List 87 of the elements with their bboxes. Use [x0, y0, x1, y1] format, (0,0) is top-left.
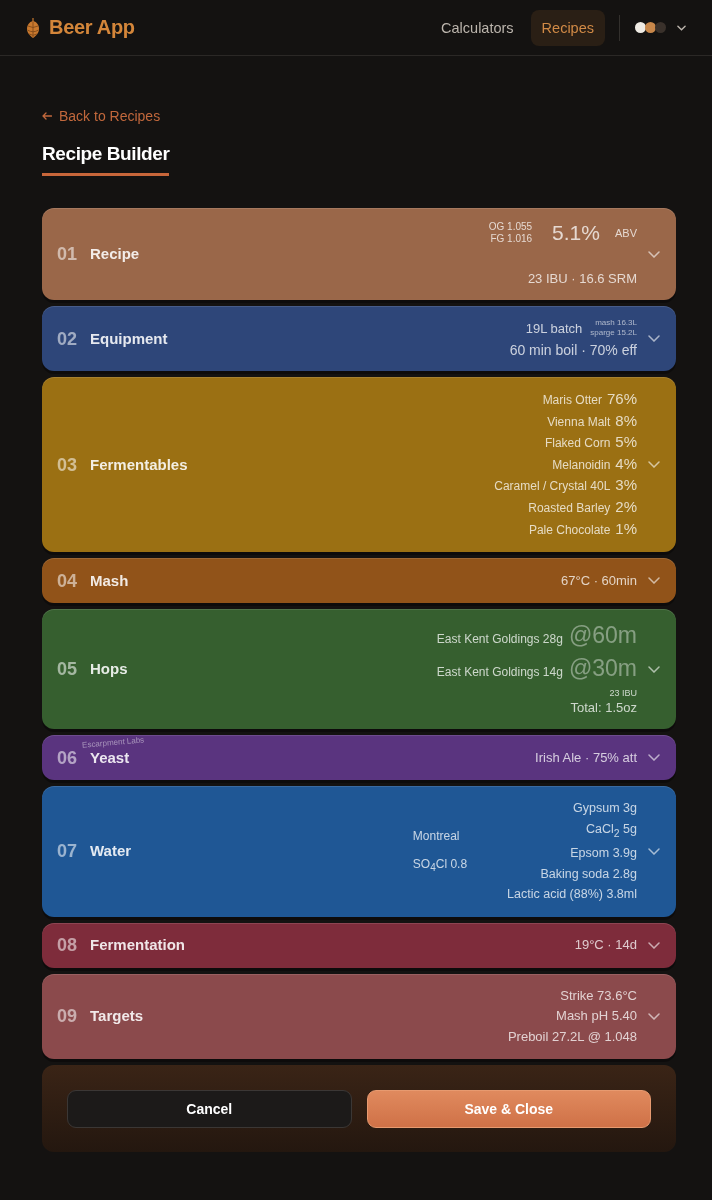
chevron-down-icon — [677, 24, 686, 31]
grain-percent: 5% — [615, 432, 637, 453]
section-number: 05 — [57, 659, 79, 680]
section-number: 03 — [57, 454, 79, 475]
abv-label: ABV — [615, 227, 637, 239]
section-title: Water — [90, 841, 132, 862]
chevron-down-icon — [648, 250, 660, 258]
cancel-button[interactable]: Cancel — [67, 1090, 352, 1129]
section-card[interactable]: 08 Fermentation 19°C · 14d — [42, 922, 676, 968]
mash-volume-text: mash 16.3L — [595, 318, 637, 328]
grain-percent: 3% — [615, 475, 637, 496]
abv-value: 5.1% — [552, 220, 600, 246]
salt-addition-text: Gypsum 3g — [573, 800, 637, 818]
grain-percent: 1% — [615, 518, 637, 539]
chevron-down-icon — [648, 1012, 660, 1020]
boil-efficiency-text: 60 min boil · 70% eff — [509, 341, 637, 359]
section-title: Fermentables — [90, 454, 188, 475]
home-link[interactable]: Beer App — [26, 16, 135, 39]
hop-total-text: Total: 1.5oz — [570, 699, 637, 718]
section-card[interactable]: 06 Yeast Escarpment Labs Irish Ale · 75% att — [42, 735, 676, 781]
section-summary-text: 67°C · 60min — [561, 571, 637, 590]
section-card[interactable]: 04 Mash 67°C · 60min — [42, 558, 676, 604]
section-title: Targets — [90, 1006, 144, 1027]
section-summary-text: 19°C · 14d — [574, 936, 637, 955]
nav-tab[interactable]: Calculators — [430, 9, 525, 46]
grain-name: Melanoidin — [552, 456, 611, 474]
section-summary-text: Irish Ale · 75% att — [535, 748, 637, 767]
cone-icon — [26, 17, 40, 38]
grain-name: Vienna Malt — [547, 413, 611, 431]
section-number: 02 — [57, 328, 79, 349]
chevron-down-icon — [648, 847, 660, 855]
og-value: OG 1.055 — [488, 221, 533, 233]
section-number: 06 — [57, 747, 79, 768]
ibu-srm-text: 23 IBU · 16.6 SRM — [527, 270, 637, 288]
chevron-down-icon — [648, 665, 660, 673]
arrow-left-icon — [42, 112, 52, 120]
page-title: Recipe Builder — [42, 142, 170, 176]
chevron-down-icon — [648, 335, 660, 342]
hop-time-text: @30m — [568, 654, 637, 684]
salt-addition-text: CaCl$_{2}$ 5g — [586, 820, 637, 841]
section-title: Equipment — [90, 328, 168, 349]
fg-value: FG 1.016 — [490, 233, 533, 245]
grain-name: Caramel / Crystal 40L — [494, 478, 611, 496]
section-number: 09 — [57, 1006, 79, 1027]
section-card[interactable]: 09 Targets Strike 73.6°C Mash pH 5.40 Preboil 27.2L @ 1.048 — [42, 973, 676, 1060]
sulfate-chloride-ratio: SO$_{4}$Cl 0.8 — [412, 857, 468, 874]
grain-percent: 76% — [606, 389, 637, 409]
grain-percent: 4% — [615, 453, 637, 474]
section-number: 01 — [57, 244, 79, 264]
nav-tab[interactable]: Recipes — [530, 9, 605, 46]
grain-name: Flaked Corn — [544, 435, 611, 453]
target-value-text: Strike 73.6°C — [560, 986, 637, 1005]
section-title: Mash — [90, 570, 129, 591]
section-card[interactable]: 03 Fermentables Maris Otter 76% Vienna Malt 8% Flaked Corn 5% Melanoidin 4% Caramel / Crystal 40L 3% Roasted Barley 2% Pale Chocolate 1% — [42, 377, 676, 553]
grain-name: Maris Otter — [542, 392, 602, 409]
grain-name: Pale Chocolate — [528, 521, 611, 539]
salt-addition-text: Baking soda 2.8g — [540, 865, 637, 883]
grain-percent: 8% — [615, 410, 637, 431]
target-value-text: Mash pH 5.40 — [556, 1007, 637, 1026]
section-number: 07 — [57, 841, 79, 862]
target-value-text: Preboil 27.2L @ 1.048 — [507, 1027, 637, 1046]
sparge-volume-text: sparge 15.2L — [590, 328, 637, 338]
hop-addition-text: East Kent Goldings 28g — [436, 631, 563, 649]
hop-addition-text: East Kent Goldings 14g — [436, 664, 563, 682]
salt-addition-text: Epsom 3.9g — [570, 845, 637, 863]
section-title: Fermentation — [90, 935, 185, 956]
chevron-down-icon — [648, 461, 660, 469]
water-profile-text: Montreal — [412, 829, 461, 844]
chevron-down-icon — [648, 577, 660, 585]
hop-time-text: @60m — [568, 621, 637, 651]
section-number: 08 — [57, 935, 79, 956]
section-title: Yeast — [90, 748, 130, 768]
section-card[interactable]: 05 Hops East Kent Goldings 28g @60m East Kent Goldings 14g @30m 23 IBU Total: 1.5oz — [42, 609, 676, 730]
salt-addition-text: Lactic acid (88%) 3.8ml — [507, 886, 637, 904]
section-card[interactable]: 01 Recipe OG 1.055 FG 1.016 5.1% ABV 23 IBU · 16.6 SRM — [42, 208, 676, 300]
chevron-down-icon — [648, 754, 660, 762]
chevron-down-icon — [648, 941, 660, 949]
batch-size-text: 19L batch — [525, 320, 583, 336]
section-number: 04 — [57, 570, 79, 591]
yeast-lab-label: Escarpment Labs — [81, 734, 145, 750]
section-card[interactable]: 07 Water Montreal SO$_{4}$Cl 0.8 Gypsum 3g CaCl$_{2}$ 5g Epsom 3.9g Baking soda 2.8g Lactic acid (88%) 3.8ml — [42, 786, 676, 917]
grain-percent: 2% — [615, 496, 637, 517]
back-link[interactable]: Back to Recipes — [42, 107, 161, 125]
ibu-text: 23 IBU — [609, 687, 637, 700]
grain-name: Roasted Barley — [528, 499, 611, 517]
section-title: Hops — [90, 659, 128, 680]
section-title: Recipe — [90, 244, 140, 264]
